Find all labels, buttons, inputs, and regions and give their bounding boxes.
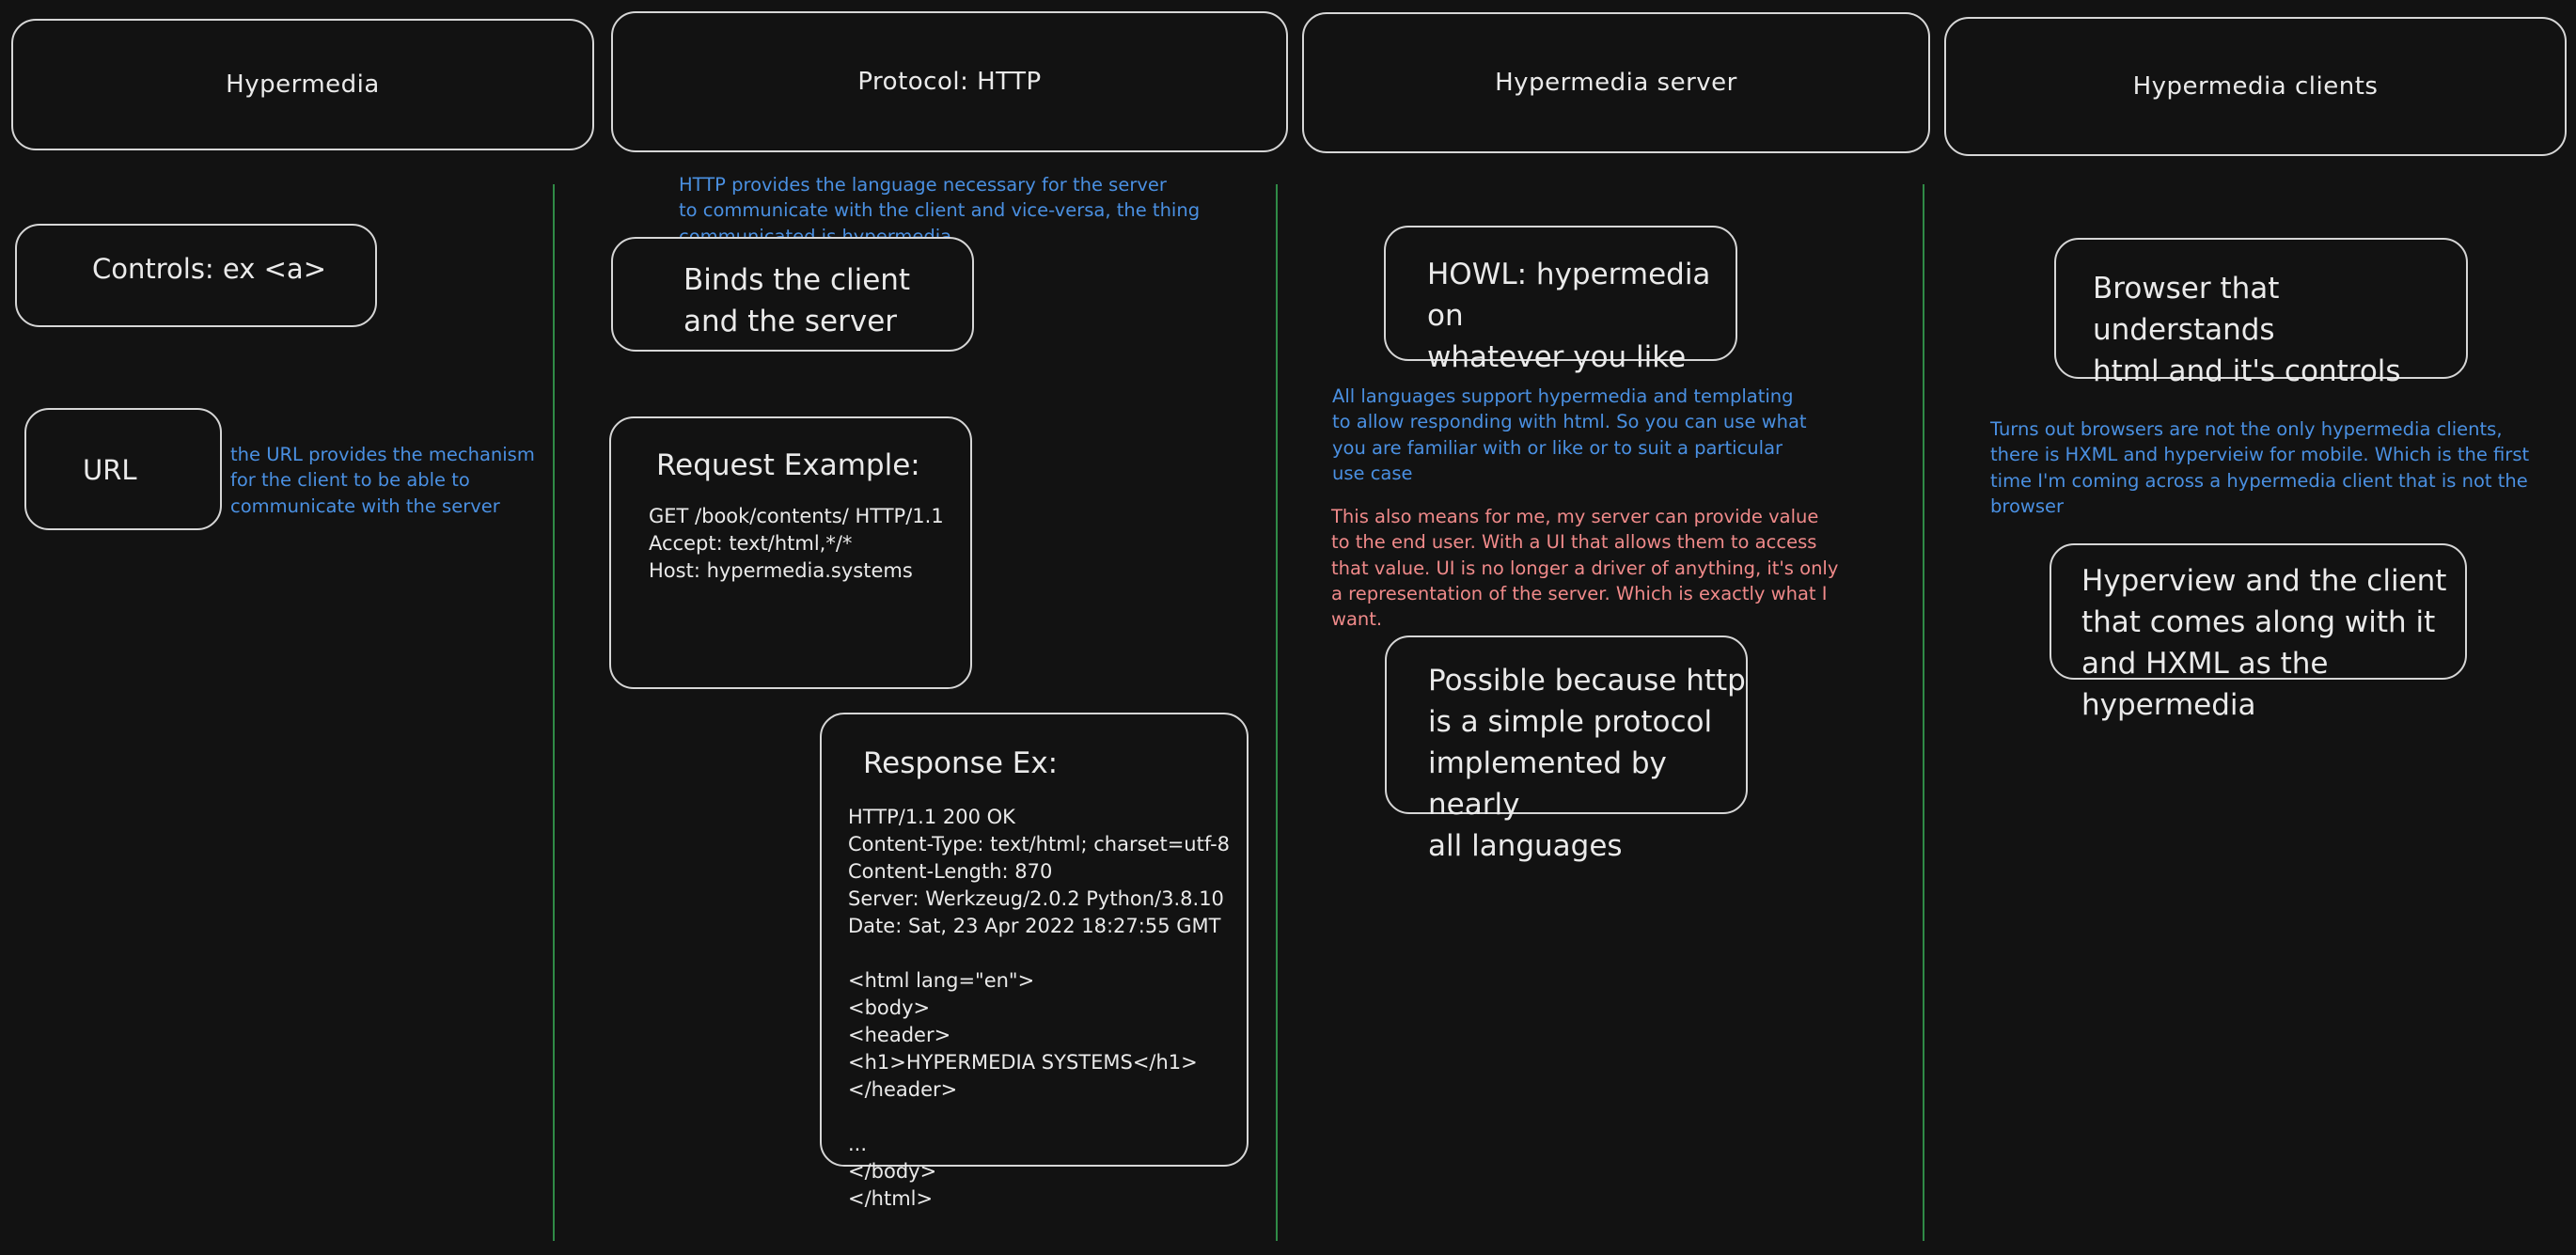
box-response-example-code: HTTP/1.1 200 OK Content-Type: text/html;… — [848, 806, 1231, 1210]
whiteboard-canvas[interactable]: Hypermedia Protocol: HTTP Hypermedia ser… — [0, 0, 2576, 1255]
box-hyperview[interactable]: Hyperview and the client that comes alon… — [2050, 543, 2467, 722]
box-hyperview-label: Hyperview and the client that comes alon… — [2081, 564, 2447, 723]
column-separator-3 — [1923, 184, 1924, 1241]
box-controls-label: Controls: ex <a> — [92, 253, 327, 285]
column-header-hypermedia-clients[interactable]: Hypermedia clients — [1944, 17, 2567, 156]
box-response-example-title: Response Ex: — [863, 746, 1059, 780]
box-possible-because-http-label: Possible because http is a simple protoc… — [1428, 664, 1746, 864]
column-separator-2 — [1276, 184, 1278, 1241]
box-binds-client-server[interactable]: Binds the client and the server — [611, 237, 974, 352]
column-header-hypermedia-server-label: Hypermedia server — [1495, 69, 1737, 97]
box-binds-client-server-label: Binds the client and the server — [683, 263, 911, 339]
box-response-example[interactable]: Response Ex: HTTP/1.1 200 OK Content-Typ… — [820, 713, 1249, 1210]
box-howl[interactable]: HOWL: hypermedia on whatever you like — [1384, 226, 1737, 374]
note-hypermedia-clients: Turns out browsers are not the only hype… — [1990, 418, 2530, 517]
box-url-label: URL — [83, 454, 137, 486]
box-browser-label: Browser that understands html and it's c… — [2093, 272, 2401, 389]
box-request-example-code: GET /book/contents/ HTTP/1.1 Accept: tex… — [649, 505, 944, 582]
column-separator-1 — [553, 184, 555, 1241]
note-server-value: This also means for me, my server can pr… — [1331, 506, 1839, 631]
column-header-hypermedia-clients-label: Hypermedia clients — [2132, 72, 2379, 101]
box-request-example[interactable]: Request Example: GET /book/contents/ HTT… — [609, 416, 972, 689]
column-header-protocol-http-label: Protocol: HTTP — [857, 68, 1042, 96]
box-possible-because-http[interactable]: Possible because http is a simple protoc… — [1385, 635, 1748, 863]
note-url-description: the URL provides the mechanism for the c… — [230, 444, 535, 517]
box-howl-label: HOWL: hypermedia on whatever you like — [1427, 258, 1711, 375]
column-header-hypermedia[interactable]: Hypermedia — [11, 19, 594, 150]
column-header-hypermedia-server[interactable]: Hypermedia server — [1302, 12, 1930, 153]
box-url[interactable]: URL — [24, 408, 222, 530]
box-browser[interactable]: Browser that understands html and it's c… — [2054, 238, 2468, 388]
note-all-languages: All languages support hypermedia and tem… — [1332, 385, 1807, 484]
column-header-protocol-http[interactable]: Protocol: HTTP — [611, 11, 1288, 152]
box-request-example-title: Request Example: — [656, 448, 920, 482]
column-header-hypermedia-label: Hypermedia — [226, 71, 380, 99]
box-controls[interactable]: Controls: ex <a> — [15, 224, 377, 327]
